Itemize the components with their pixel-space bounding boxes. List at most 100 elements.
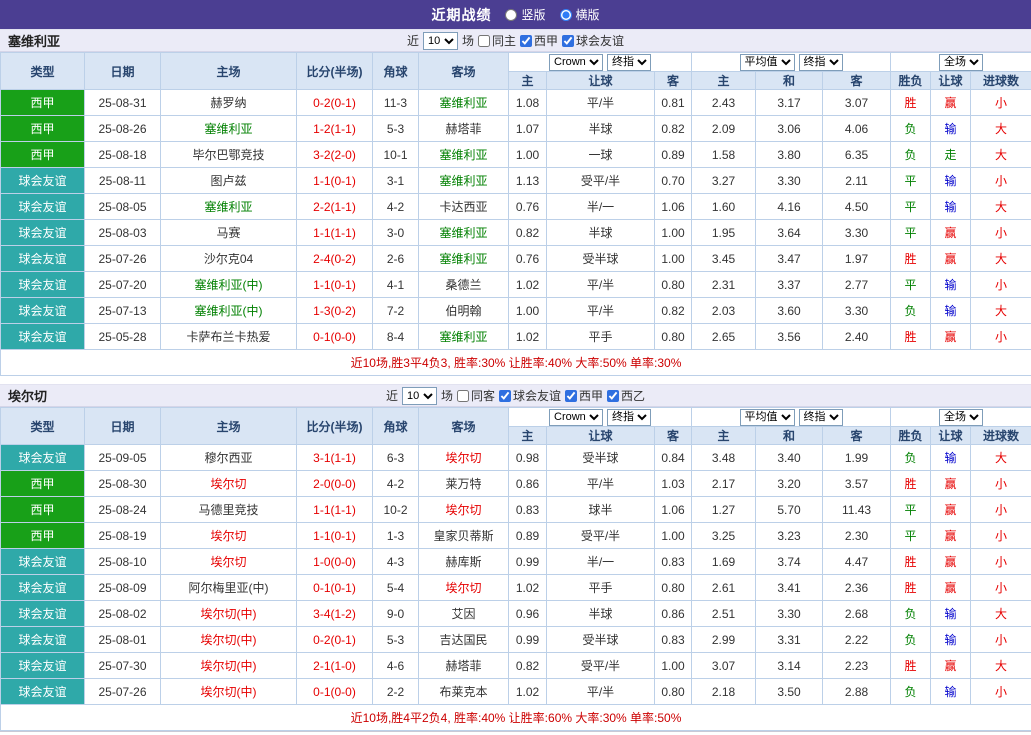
away-team-link[interactable]: 塞维利亚 [419, 246, 509, 272]
view-vertical-radio[interactable] [505, 9, 517, 21]
filter-checkbox-1[interactable] [499, 390, 511, 402]
score-link[interactable]: 0-1(0-0) [297, 324, 373, 350]
home-team-link[interactable]: 埃尔切 [161, 523, 297, 549]
score-link[interactable]: 1-0(0-0) [297, 549, 373, 575]
away-team-link[interactable]: 莱万特 [419, 471, 509, 497]
score-link[interactable]: 1-1(0-1) [297, 168, 373, 194]
filter-checkbox-0[interactable] [478, 35, 490, 47]
home-team-link[interactable]: 塞维利亚 [161, 116, 297, 142]
result-cell: 胜 [891, 575, 931, 601]
asia-period-select[interactable]: 终指 [607, 409, 651, 426]
score-link[interactable]: 0-2(0-1) [297, 627, 373, 653]
filter-checkbox-1[interactable] [520, 35, 532, 47]
filter-checkbox-2[interactable] [562, 35, 574, 47]
home-team-link[interactable]: 马赛 [161, 220, 297, 246]
match-count-select[interactable]: 10 [402, 387, 437, 405]
home-team-link[interactable]: 穆尔西亚 [161, 445, 297, 471]
score-link[interactable]: 2-2(1-1) [297, 194, 373, 220]
score-link[interactable]: 2-1(1-0) [297, 653, 373, 679]
filter-option-2[interactable]: 西甲 [565, 387, 603, 404]
filter-option-1[interactable]: 球会友谊 [499, 387, 561, 404]
away-team-link[interactable]: 艾因 [419, 601, 509, 627]
view-horizontal-radio[interactable] [560, 9, 572, 21]
corner-score: 4-3 [373, 549, 419, 575]
filter-option-1[interactable]: 西甲 [520, 32, 558, 49]
scope-select[interactable]: 全场 [939, 409, 983, 426]
score-link[interactable]: 1-2(1-1) [297, 116, 373, 142]
away-team-link[interactable]: 皇家贝蒂斯 [419, 523, 509, 549]
home-team-link[interactable]: 毕尔巴鄂竞技 [161, 142, 297, 168]
away-team-link[interactable]: 布莱克本 [419, 679, 509, 705]
home-team-link[interactable]: 卡萨布兰卡热爱 [161, 324, 297, 350]
away-team-link[interactable]: 赫塔菲 [419, 116, 509, 142]
score-link[interactable]: 1-1(0-1) [297, 523, 373, 549]
away-team-link[interactable]: 塞维利亚 [419, 90, 509, 116]
view-option-horizontal[interactable]: 横版 [560, 6, 600, 23]
away-team-link[interactable]: 埃尔切 [419, 497, 509, 523]
filter-option-2[interactable]: 球会友谊 [562, 32, 624, 49]
column-header: 角球 [373, 408, 419, 445]
away-team-link[interactable]: 卡达西亚 [419, 194, 509, 220]
home-team-link[interactable]: 塞维利亚 [161, 194, 297, 220]
away-team-link[interactable]: 塞维利亚 [419, 324, 509, 350]
score-link[interactable]: 3-2(2-0) [297, 142, 373, 168]
home-team-link[interactable]: 埃尔切 [161, 471, 297, 497]
away-team-link[interactable]: 埃尔切 [419, 575, 509, 601]
away-team-link[interactable]: 赫塔菲 [419, 653, 509, 679]
away-team-link[interactable]: 塞维利亚 [419, 220, 509, 246]
filter-checkbox-0[interactable] [457, 390, 469, 402]
away-team-link[interactable]: 塞维利亚 [419, 142, 509, 168]
home-team-link[interactable]: 赫罗纳 [161, 90, 297, 116]
home-team-link[interactable]: 沙尔克04 [161, 246, 297, 272]
score-link[interactable]: 0-1(0-1) [297, 575, 373, 601]
home-team-link[interactable]: 阿尔梅里亚(中) [161, 575, 297, 601]
score-link[interactable]: 1-1(1-1) [297, 497, 373, 523]
home-team-link[interactable]: 塞维利亚(中) [161, 272, 297, 298]
euro-period-select[interactable]: 终指 [799, 54, 843, 71]
scope-select[interactable]: 全场 [939, 54, 983, 71]
euro-period-select[interactable]: 终指 [799, 409, 843, 426]
home-team-link[interactable]: 埃尔切(中) [161, 627, 297, 653]
away-team-link[interactable]: 塞维利亚 [419, 168, 509, 194]
asia-company-select[interactable]: Crown [549, 54, 603, 71]
home-team-link[interactable]: 埃尔切(中) [161, 653, 297, 679]
away-team-link[interactable]: 赫库斯 [419, 549, 509, 575]
away-team-link[interactable]: 伯明翰 [419, 298, 509, 324]
score-link[interactable]: 1-1(1-1) [297, 220, 373, 246]
result-cell: 胜 [891, 246, 931, 272]
filter-option-0[interactable]: 同主 [478, 32, 516, 49]
score-link[interactable]: 0-1(0-0) [297, 679, 373, 705]
score-link[interactable]: 2-4(0-2) [297, 246, 373, 272]
filter-checkbox-label: 西甲 [579, 387, 603, 404]
home-team-link[interactable]: 图卢兹 [161, 168, 297, 194]
asia-away-odds: 0.80 [655, 575, 692, 601]
filter-checkbox-2[interactable] [565, 390, 577, 402]
score-link[interactable]: 3-1(1-1) [297, 445, 373, 471]
away-team-link[interactable]: 桑德兰 [419, 272, 509, 298]
view-option-vertical[interactable]: 竖版 [505, 6, 545, 23]
match-count-select[interactable]: 10 [423, 32, 458, 50]
filter-option-3[interactable]: 西乙 [607, 387, 645, 404]
match-row: 西甲25-08-19埃尔切1-1(0-1)1-3皇家贝蒂斯0.89受平/半1.0… [1, 523, 1031, 549]
away-team-link[interactable]: 吉达国民 [419, 627, 509, 653]
home-team-link[interactable]: 埃尔切 [161, 549, 297, 575]
asia-period-select[interactable]: 终指 [607, 54, 651, 71]
euro-average-select[interactable]: 平均值 [740, 54, 795, 71]
score-link[interactable]: 3-4(1-2) [297, 601, 373, 627]
summary-text: 近10场,胜3平4负3, 胜率:30% 让胜率:40% 大率:50% 单率:30… [1, 350, 1031, 376]
score-link[interactable]: 0-2(0-1) [297, 90, 373, 116]
euro-average-select[interactable]: 平均值 [740, 409, 795, 426]
away-team-link[interactable]: 埃尔切 [419, 445, 509, 471]
score-link[interactable]: 2-0(0-0) [297, 471, 373, 497]
score-link[interactable]: 1-3(0-2) [297, 298, 373, 324]
league-type-cell: 西甲 [1, 523, 85, 549]
asia-company-select[interactable]: Crown [549, 409, 603, 426]
score-link[interactable]: 1-1(0-1) [297, 272, 373, 298]
home-team-link[interactable]: 埃尔切(中) [161, 601, 297, 627]
filter-checkbox-3[interactable] [607, 390, 619, 402]
home-team-link[interactable]: 马德里竞技 [161, 497, 297, 523]
page-bottom-divider [0, 731, 1031, 735]
home-team-link[interactable]: 埃尔切(中) [161, 679, 297, 705]
filter-option-0[interactable]: 同客 [457, 387, 495, 404]
home-team-link[interactable]: 塞维利亚(中) [161, 298, 297, 324]
